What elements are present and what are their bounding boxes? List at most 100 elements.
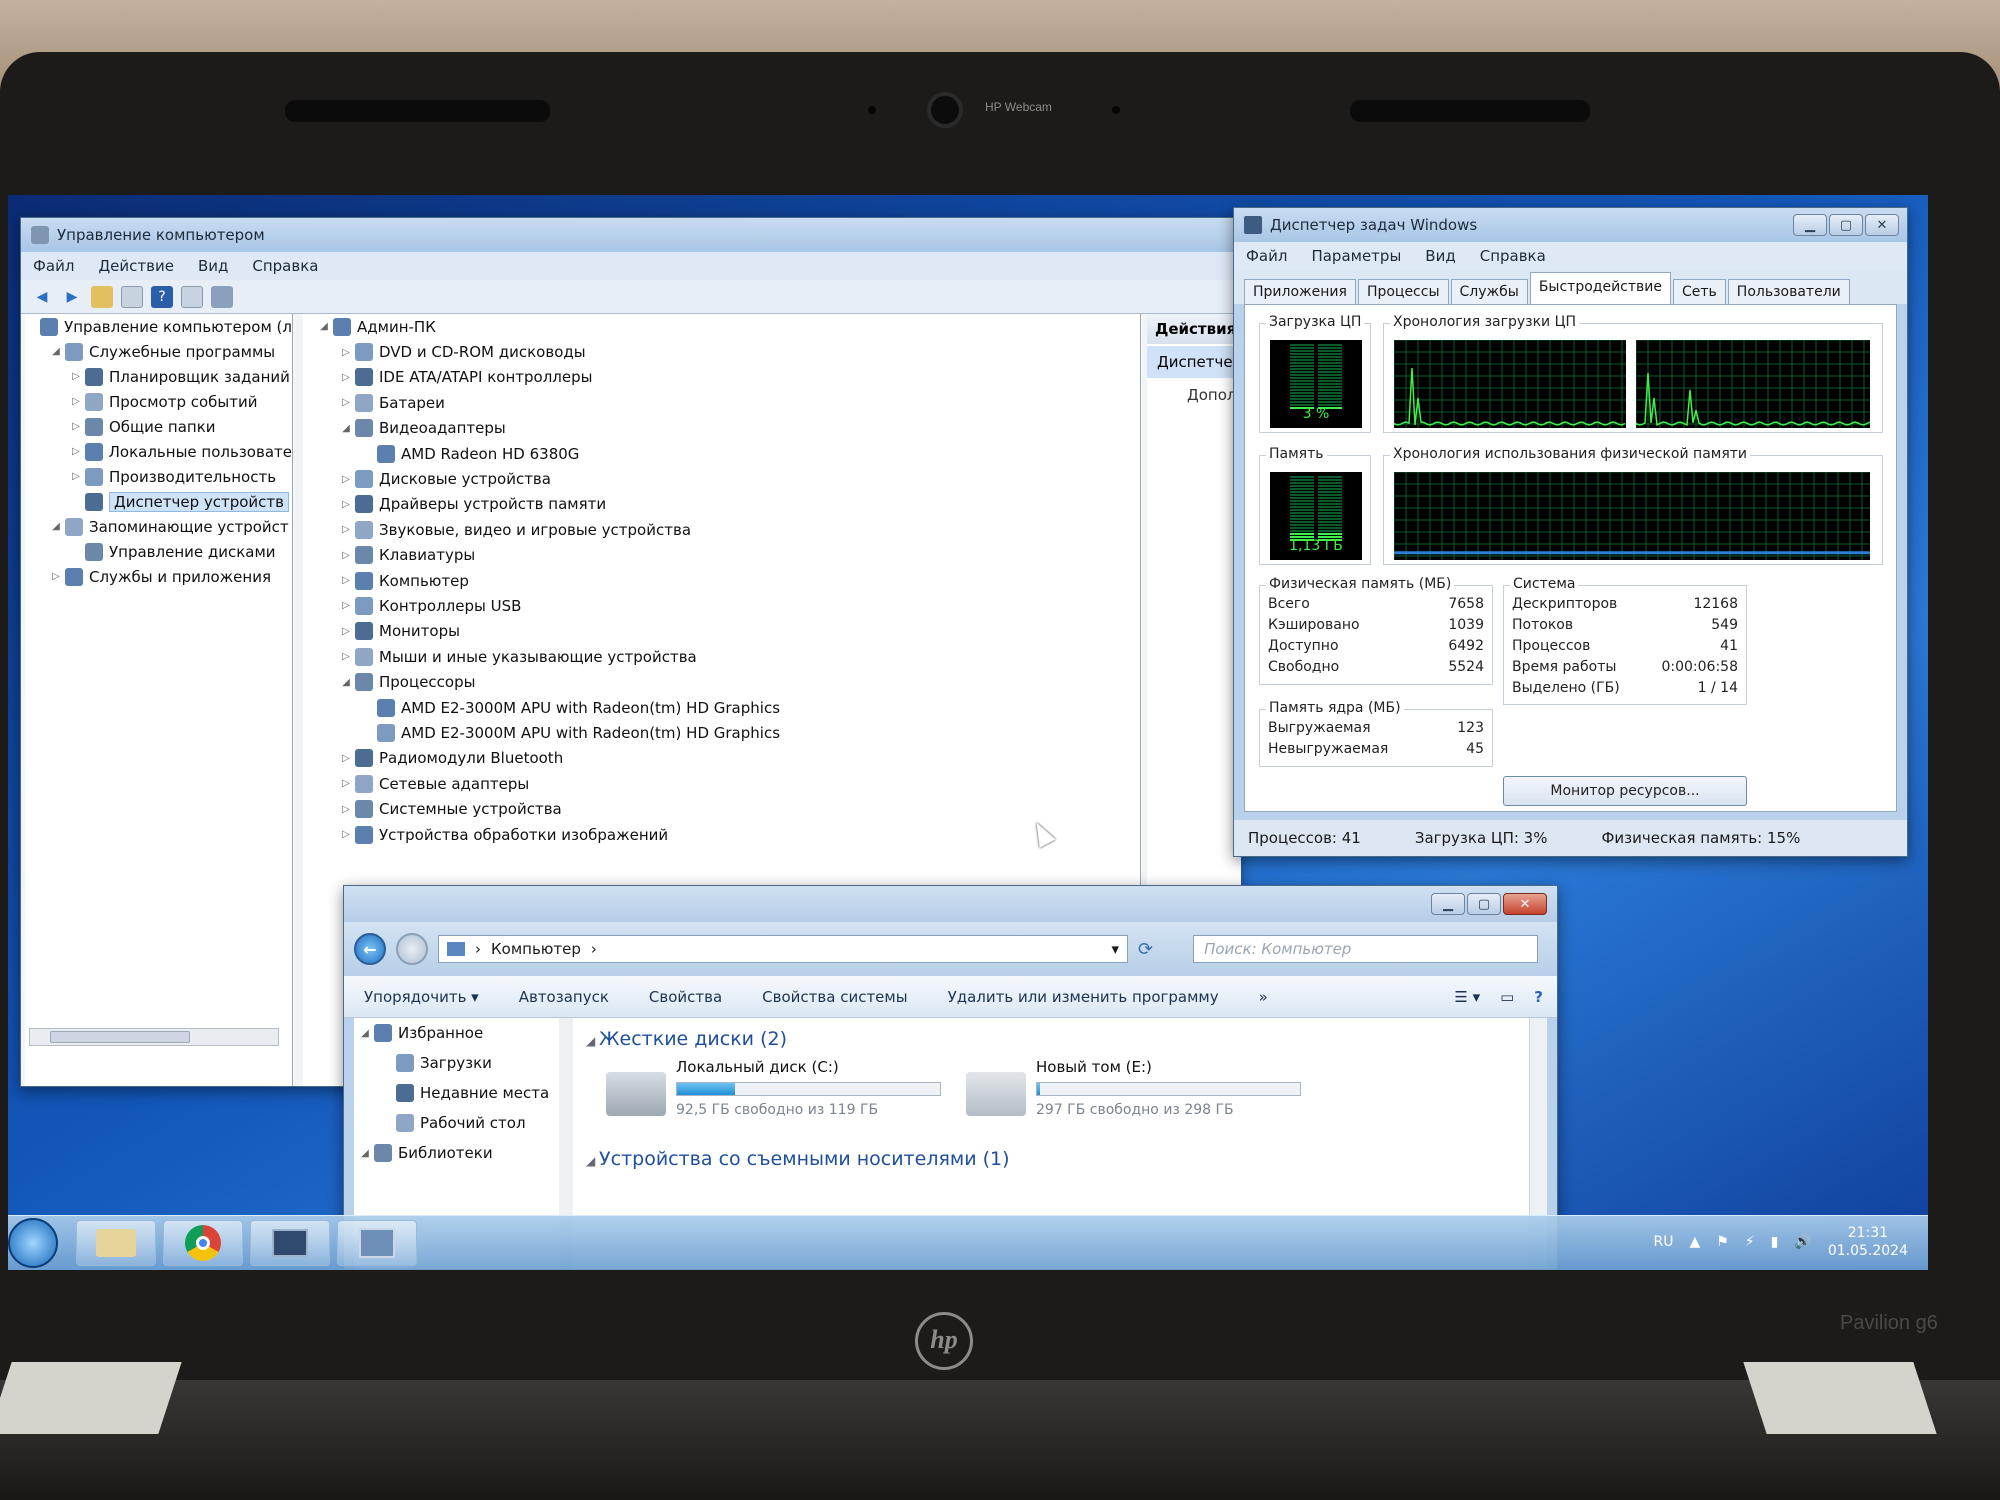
search-input[interactable]: Поиск: Компьютер (1193, 935, 1539, 963)
refresh-icon[interactable]: ⟳ (1138, 939, 1153, 960)
dev-tree-item[interactable]: ▷ Мыши и иные указывающие устройства (303, 644, 1140, 669)
dev-tree-item[interactable]: ▷ DVD и CD-ROM дисководы (303, 339, 1140, 364)
tab-processes[interactable]: Процессы (1357, 279, 1449, 304)
power-icon[interactable]: ⚡ (1745, 1234, 1755, 1250)
collapse-arrow-icon[interactable]: ◢ (339, 677, 353, 688)
cm-tree-item[interactable]: ▷ Локальные пользовате (25, 439, 292, 464)
collapse-arrow-icon[interactable]: ◢ (317, 321, 331, 332)
tab-services[interactable]: Службы (1450, 279, 1528, 304)
view-options-icon[interactable]: ☰ ▾ (1444, 988, 1490, 1006)
cm-tree-item[interactable]: Диспетчер устройств (25, 489, 292, 514)
taskbar-task-manager-button[interactable] (250, 1220, 330, 1266)
dev-tree-item[interactable]: ◢ Процессоры (303, 669, 1140, 694)
dev-tree-item[interactable]: ▷ Клавиатуры (303, 543, 1140, 568)
expand-arrow-icon[interactable]: ▷ (339, 829, 353, 840)
dev-tree-item[interactable]: ▷ Контроллеры USB (303, 593, 1140, 618)
dev-tree-item[interactable]: ▷ Компьютер (303, 568, 1140, 593)
dev-tree-item[interactable]: ▷ Устройства обработки изображений (303, 822, 1140, 847)
ex-tree-item[interactable]: Загрузки (354, 1048, 576, 1078)
cm-menu-action[interactable]: Действие (86, 257, 186, 275)
cmd-organize[interactable]: Упорядочить ▾ (344, 988, 499, 1006)
dev-tree-item[interactable]: ◢ Видеоадаптеры (303, 416, 1140, 441)
taskbar-explorer-button[interactable] (76, 1220, 156, 1266)
expand-arrow-icon[interactable]: ▷ (339, 397, 353, 408)
cm-tree-item[interactable]: ▷ Производительность (25, 464, 292, 489)
collapse-arrow-icon[interactable]: ◢ (339, 423, 353, 434)
dev-tree-item[interactable]: ▷ Батареи (303, 390, 1140, 415)
collapse-arrow-icon[interactable]: ◢ (358, 1148, 372, 1159)
cm-tree-item[interactable]: ▷ Просмотр событий (25, 389, 292, 414)
expand-arrow-icon[interactable]: ▷ (339, 372, 353, 383)
expand-arrow-icon[interactable]: ▷ (339, 651, 353, 662)
maximize-button[interactable]: ▢ (1467, 893, 1501, 915)
ex-tree-item[interactable]: Рабочий стол (354, 1108, 576, 1138)
cm-menu-help[interactable]: Справка (240, 257, 330, 275)
expand-arrow-icon[interactable]: ▷ (339, 804, 353, 815)
close-button[interactable]: ✕ (1503, 893, 1547, 915)
action-center-flag-icon[interactable]: ⚑ (1716, 1234, 1729, 1250)
clock[interactable]: 21:31 01.05.2024 (1828, 1224, 1908, 1260)
back-arrow-icon[interactable]: ◀ (31, 286, 53, 308)
cmd-autoplay[interactable]: Автозапуск (499, 988, 629, 1006)
disk-e[interactable]: Новый том (E:) 297 ГБ свободно из 298 ГБ (966, 1058, 1301, 1118)
cm-tree-item[interactable]: ◢ Запоминающие устройст (25, 514, 292, 539)
disk-c[interactable]: Локальный диск (C:) 92,5 ГБ свободно из … (606, 1058, 941, 1118)
dev-tree-item[interactable]: ▷ Радиомодули Bluetooth (303, 746, 1140, 771)
volume-icon[interactable]: 🔊 (1794, 1234, 1811, 1250)
network-signal-icon[interactable]: ▮ (1771, 1234, 1779, 1250)
actions-more[interactable]: Допол (1147, 378, 1241, 412)
expand-arrow-icon[interactable]: ▷ (339, 778, 353, 789)
help-icon[interactable]: ? (1524, 988, 1557, 1006)
ex-tree-item[interactable]: Недавние места (354, 1078, 576, 1108)
show-hide-tree-icon[interactable] (121, 285, 143, 308)
actions-item-device-manager[interactable]: Диспетчер (1147, 346, 1242, 378)
resource-monitor-button[interactable]: Монитор ресурсов... (1503, 776, 1747, 806)
dev-tree-item[interactable]: AMD E2-3000M APU with Radeon(tm) HD Grap… (303, 720, 1140, 745)
dev-tree-item[interactable]: ▷ Сетевые адаптеры (303, 771, 1140, 796)
tm-menu-options[interactable]: Параметры (1299, 247, 1413, 265)
dev-tree-item[interactable]: ◢ Админ-ПК (303, 314, 1140, 339)
expand-arrow-icon[interactable]: ▷ (69, 471, 83, 482)
expand-arrow-icon[interactable]: ▷ (339, 550, 353, 561)
scrollbar-thumb[interactable] (50, 1031, 190, 1043)
dev-tree-item[interactable]: ▷ Мониторы (303, 619, 1140, 644)
cmd-more[interactable]: » (1239, 988, 1288, 1006)
up-folder-icon[interactable] (91, 285, 113, 308)
cm-tree-item[interactable]: ▷ Общие папки (25, 414, 292, 439)
tab-users[interactable]: Пользователи (1727, 279, 1850, 304)
tab-network[interactable]: Сеть (1673, 279, 1726, 304)
address-bar[interactable]: › Компьютер › ▾ (438, 935, 1128, 963)
cm-tree-item[interactable]: Управление дисками (25, 539, 292, 564)
expand-arrow-icon[interactable]: ▷ (69, 446, 83, 457)
expand-arrow-icon[interactable]: ▷ (69, 396, 83, 407)
cm-tree-item[interactable]: ▷ Службы и приложения (25, 564, 292, 589)
help-icon[interactable]: ? (151, 285, 173, 308)
ex-tree-item[interactable]: ◢ Избранное (354, 1018, 576, 1048)
dev-tree-item[interactable]: ▷ Звуковые, видео и игровые устройства (303, 517, 1140, 542)
expand-arrow-icon[interactable]: ▷ (49, 571, 63, 582)
tm-titlebar[interactable]: Диспетчер задач Windows ▁ ▢ ✕ (1234, 208, 1907, 242)
start-button[interactable] (8, 1218, 58, 1268)
explorer-titlebar[interactable]: ▁ ▢ ✕ (344, 886, 1557, 922)
collapse-arrow-icon[interactable]: ◢ (358, 1028, 372, 1039)
cm-tree-item[interactable]: Управление компьютером (л (25, 314, 292, 339)
expand-arrow-icon[interactable]: ▷ (339, 499, 353, 510)
cm-titlebar[interactable]: Управление компьютером (21, 218, 1239, 252)
dev-tree-item[interactable]: ▷ IDE ATA/ATAPI контроллеры (303, 365, 1140, 390)
expand-arrow-icon[interactable]: ▷ (339, 600, 353, 611)
tm-menu-help[interactable]: Справка (1468, 247, 1558, 265)
cm-tree-item[interactable]: ◢ Служебные программы (25, 339, 292, 364)
chevron-down-icon[interactable]: ▾ (1111, 940, 1119, 958)
cm-tree-item[interactable]: ▷ Планировщик заданий (25, 364, 292, 389)
minimize-button[interactable]: ▁ (1793, 214, 1827, 236)
dev-tree-item[interactable]: ▷ Дисковые устройства (303, 466, 1140, 491)
show-hidden-icons-icon[interactable]: ▲ (1689, 1234, 1700, 1250)
tm-menu-view[interactable]: Вид (1413, 247, 1467, 265)
show-hide-actions-icon[interactable] (181, 285, 203, 308)
dev-tree-item[interactable]: ▷ Системные устройства (303, 796, 1140, 821)
taskbar-computer-management-button[interactable] (337, 1220, 417, 1266)
dev-tree-item[interactable]: ▷ Драйверы устройств памяти (303, 492, 1140, 517)
ex-tree-item[interactable]: ◢ Библиотеки (354, 1138, 576, 1168)
tm-menu-file[interactable]: Файл (1234, 247, 1299, 265)
minimize-button[interactable]: ▁ (1431, 893, 1465, 915)
